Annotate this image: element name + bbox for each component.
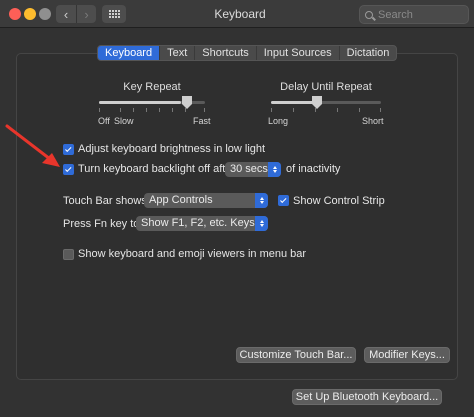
window-title: Keyboard bbox=[214, 7, 266, 21]
key-repeat-label: Key Repeat bbox=[123, 81, 181, 93]
show-viewers-label: Show keyboard and emoji viewers in menu … bbox=[78, 248, 307, 260]
key-repeat-off-label: Off bbox=[98, 116, 110, 126]
backlight-off-checkbox[interactable] bbox=[63, 164, 74, 175]
delay-until-repeat-label: Delay Until Repeat bbox=[280, 81, 372, 93]
show-all-button[interactable] bbox=[102, 5, 126, 23]
tab-dictation[interactable]: Dictation bbox=[338, 46, 397, 60]
popup-chevron-icon bbox=[255, 216, 268, 231]
search-input[interactable] bbox=[378, 8, 458, 21]
title-bar: ‹ › Keyboard bbox=[0, 0, 474, 28]
chevron-left-icon: ‹ bbox=[63, 6, 69, 22]
key-repeat-fast-label: Fast bbox=[193, 116, 211, 126]
inactivity-label: of inactivity bbox=[286, 163, 341, 175]
set-up-bluetooth-keyboard-button[interactable]: Set Up Bluetooth Keyboard... bbox=[292, 389, 442, 405]
key-repeat-slider-fill bbox=[99, 101, 181, 104]
tab-keyboard[interactable]: Keyboard bbox=[98, 46, 160, 60]
backlight-timeout-value: 30 secs bbox=[230, 163, 268, 175]
zoom-window-button[interactable] bbox=[39, 8, 51, 20]
fn-key-value: Show F1, F2, etc. Keys bbox=[141, 217, 255, 229]
customize-touch-bar-button[interactable]: Customize Touch Bar... bbox=[236, 347, 356, 363]
adjust-brightness-label: Adjust keyboard brightness in low light bbox=[78, 143, 266, 155]
key-repeat-slow-label: Slow bbox=[114, 116, 134, 126]
key-repeat-ticks bbox=[99, 108, 205, 113]
adjust-brightness-checkbox[interactable] bbox=[63, 144, 74, 155]
back-button[interactable]: ‹ bbox=[56, 5, 76, 23]
show-control-strip-checkbox[interactable] bbox=[278, 195, 289, 206]
close-window-button[interactable] bbox=[9, 8, 21, 20]
show-viewers-checkbox[interactable] bbox=[63, 249, 74, 260]
navigation-buttons: ‹ › bbox=[56, 5, 96, 23]
popup-chevron-icon bbox=[268, 162, 281, 177]
popup-chevron-icon bbox=[255, 193, 268, 208]
touch-bar-shows-label: Touch Bar shows bbox=[63, 195, 147, 207]
backlight-off-label: Turn keyboard backlight off after bbox=[78, 163, 236, 175]
show-control-strip-label: Show Control Strip bbox=[293, 195, 385, 207]
minimize-window-button[interactable] bbox=[24, 8, 36, 20]
delay-short-label: Short bbox=[362, 116, 384, 126]
tab-text[interactable]: Text bbox=[159, 46, 194, 60]
tab-input-sources[interactable]: Input Sources bbox=[255, 46, 339, 60]
grid-icon bbox=[108, 10, 120, 18]
fn-key-popup[interactable]: Show F1, F2, etc. Keys bbox=[136, 216, 268, 231]
search-icon bbox=[365, 10, 373, 19]
modifier-keys-button[interactable]: Modifier Keys... bbox=[364, 347, 450, 363]
delay-until-repeat-ticks bbox=[271, 108, 381, 113]
touch-bar-popup[interactable]: App Controls bbox=[144, 193, 268, 208]
chevron-right-icon: › bbox=[84, 6, 89, 22]
forward-button[interactable]: › bbox=[76, 5, 96, 23]
delay-until-repeat-slider[interactable] bbox=[271, 101, 381, 104]
backlight-timeout-popup[interactable]: 30 secs bbox=[225, 162, 281, 177]
keyboard-preferences-window: ‹ › Keyboard Keyboard Text Shortcuts Inp… bbox=[0, 0, 474, 417]
search-field[interactable] bbox=[359, 5, 469, 24]
tab-shortcuts[interactable]: Shortcuts bbox=[194, 46, 255, 60]
annotation-arrow-icon bbox=[5, 124, 60, 167]
delay-until-repeat-slider-fill bbox=[271, 101, 317, 104]
tab-bar: Keyboard Text Shortcuts Input Sources Di… bbox=[97, 45, 398, 61]
touch-bar-value: App Controls bbox=[149, 194, 213, 206]
fn-key-label: Press Fn key to bbox=[63, 218, 140, 230]
delay-long-label: Long bbox=[268, 116, 289, 126]
